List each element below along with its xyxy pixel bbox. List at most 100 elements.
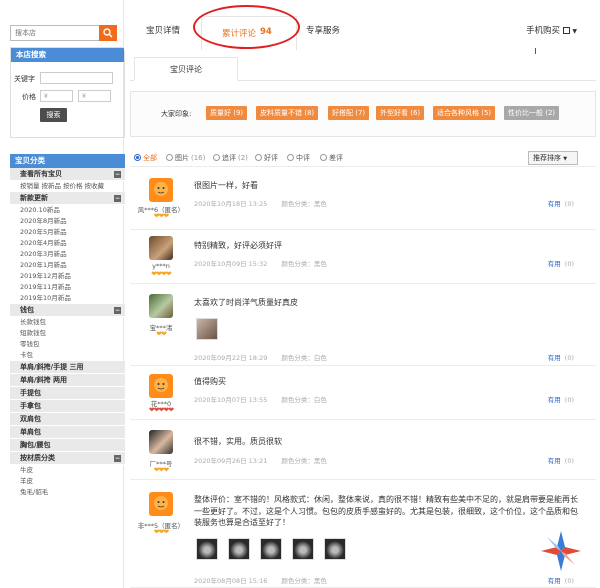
tab-mobile-label: 手机购买 xyxy=(526,26,561,36)
search-button[interactable] xyxy=(99,25,117,41)
review-photo-thumbnail[interactable] xyxy=(196,538,218,560)
impression-tag[interactable]: 皮料质量不错 (8) xyxy=(256,106,319,120)
category-link[interactable]: 2020年8月新品 xyxy=(10,216,125,227)
filter-radio[interactable]: 中评 xyxy=(287,153,310,163)
impression-tag[interactable]: 质量好 (9) xyxy=(206,106,248,120)
review-photo-thumbnail[interactable] xyxy=(260,538,282,560)
category-link[interactable]: 2019年12月新品 xyxy=(10,271,125,282)
sort-select[interactable]: 推荐排序 ▼ xyxy=(528,151,578,165)
category-link[interactable]: 2020年1月新品 xyxy=(10,260,125,271)
impression-tag[interactable]: 好搭配 (7) xyxy=(328,106,370,120)
category-link[interactable]: 2020年3月新品 xyxy=(10,249,125,260)
sort-link[interactable]: 按收藏 xyxy=(85,182,105,190)
radio-icon xyxy=(166,154,173,161)
price-label: 价格 xyxy=(22,93,36,101)
useful-label: 有用 xyxy=(547,260,561,268)
collapse-icon[interactable]: − xyxy=(114,195,121,202)
category-link[interactable]: 兔毛/貂毛 xyxy=(10,487,125,498)
category-header[interactable]: 单肩/斜挎/手提 三用 xyxy=(10,361,125,374)
useful-button[interactable]: 有用 (0) xyxy=(548,258,574,268)
review-photo-thumbnail[interactable] xyxy=(196,318,218,340)
radio-icon xyxy=(320,154,327,161)
filter-radio[interactable]: 全部 xyxy=(134,153,157,163)
review-meta: 2020年08月08日 15:16 颜色分类：黑色 xyxy=(194,575,327,585)
radio-icon xyxy=(287,154,294,161)
review-item: 非***5（匿名） ❤❤❤ 整体评价：室不错的！风格款式：休闲，整体来说，真的很不错… xyxy=(130,480,596,588)
review-filter: 全部 图片 (16) 追评 (2) 好评 中评 差评 xyxy=(130,149,596,167)
category-header[interactable]: 查看所有宝贝 − xyxy=(10,168,125,181)
tab-item-details[interactable]: 宝贝详情 xyxy=(146,24,180,36)
review-item: 花***0 ❤❤❤❤❤ 值得购买 2020年10月07日 13:55 颜色分类：白色 有用… xyxy=(130,366,596,420)
review-photo-thumbnail[interactable] xyxy=(292,538,314,560)
useful-button[interactable]: 有用 (0) xyxy=(548,455,574,465)
category-header[interactable]: 单肩包 xyxy=(10,426,125,439)
category-header[interactable]: 单肩/斜挎 两用 xyxy=(10,374,125,387)
useful-button[interactable]: 有用 (0) xyxy=(548,198,574,208)
review-meta: 2020年09月22日 18:29 颜色分类：白色 xyxy=(194,352,327,362)
category-header[interactable]: 按材质分类 − xyxy=(10,452,125,465)
category-link[interactable]: 长款钱包 xyxy=(10,317,125,328)
category-link[interactable]: 2020.10新品 xyxy=(10,205,125,216)
review-meta: 2020年10月18日 13:25 颜色分类：黑色 xyxy=(194,198,327,208)
impression-tag[interactable]: 性价比一般 (2) xyxy=(504,106,560,120)
category-header[interactable]: 双肩包 xyxy=(10,413,125,426)
category-link[interactable]: 2020年4月新品 xyxy=(10,238,125,249)
subtab-bar: 宝贝评论 xyxy=(130,53,596,81)
chevron-down-icon: ▼ xyxy=(563,156,568,162)
category-link[interactable]: 短款钱包 xyxy=(10,328,125,339)
useful-button[interactable]: 有用 (0) xyxy=(548,352,574,362)
useful-button[interactable]: 有用 (0) xyxy=(548,575,574,585)
category-link[interactable]: 羊皮 xyxy=(10,476,125,487)
category-link[interactable]: 卡包 xyxy=(10,350,125,361)
useful-label: 有用 xyxy=(547,200,561,208)
default-avatar-icon xyxy=(154,182,168,196)
sort-link[interactable]: 按价格 xyxy=(63,182,83,190)
useful-count: (0) xyxy=(564,200,574,208)
review-text: 特别精致，好评必须好评 xyxy=(194,241,282,250)
store-search-button[interactable]: 搜索 xyxy=(40,108,67,122)
category-link[interactable]: 2020年5月新品 xyxy=(10,227,125,238)
sort-link[interactable]: 按销量 xyxy=(20,182,40,190)
category-header-label: 双肩包 xyxy=(20,415,41,423)
useful-label: 有用 xyxy=(547,396,561,404)
brand-logo-icon xyxy=(541,531,581,571)
category-link[interactable]: 2019年11月新品 xyxy=(10,282,125,293)
avatar xyxy=(149,178,173,202)
review-photo-thumbnail[interactable] xyxy=(228,538,250,560)
filter-radio[interactable]: 好评 xyxy=(255,153,278,163)
category-panel: 宝贝分类 查看所有宝贝 − 按销量 按新品 按价格 按收藏 新款更新 −2020.10新品 20… xyxy=(10,154,125,498)
category-link[interactable]: 2019年10月新品 xyxy=(10,293,125,304)
reviewer-level-icon: ❤❤❤❤❤ xyxy=(148,406,174,414)
impression-tag[interactable]: 适合各种风格 (5) xyxy=(433,106,496,120)
filter-label: 全部 xyxy=(143,154,157,162)
category-header[interactable]: 手拿包 xyxy=(10,400,125,413)
collapse-icon[interactable]: − xyxy=(114,307,121,314)
category-link[interactable]: 零钱包 xyxy=(10,339,125,350)
filter-radio[interactable]: 图片 (16) xyxy=(166,153,205,163)
sort-link[interactable]: 按新品 xyxy=(42,182,62,190)
review-photo-thumbnail[interactable] xyxy=(324,538,346,560)
collapse-icon[interactable]: − xyxy=(114,455,121,462)
tab-service[interactable]: 专享服务 xyxy=(306,24,340,36)
filter-radio[interactable]: 追评 (2) xyxy=(213,153,248,163)
useful-button[interactable]: 有用 (0) xyxy=(548,394,574,404)
category-header[interactable]: 手提包 xyxy=(10,387,125,400)
filter-radio[interactable]: 差评 xyxy=(320,153,343,163)
category-header[interactable]: 新款更新 − xyxy=(10,192,125,205)
category-header-label: 单肩包 xyxy=(20,428,41,436)
impression-tag[interactable]: 外型好看 (6) xyxy=(376,106,425,120)
category-header[interactable]: 胸包/腰包 xyxy=(10,439,125,452)
collapse-icon[interactable]: − xyxy=(114,171,121,178)
avatar xyxy=(149,430,173,454)
highlight-circle xyxy=(193,5,300,49)
reviewer-level-icon: ❤❤❤ xyxy=(153,466,170,474)
price-from-input[interactable]: ¥ xyxy=(40,90,73,102)
subtab-reviews[interactable]: 宝贝评论 xyxy=(134,57,238,81)
price-to-input[interactable]: ¥ xyxy=(78,90,111,102)
category-header[interactable]: 钱包 − xyxy=(10,304,125,317)
keyword-input[interactable] xyxy=(40,72,113,84)
category-link[interactable]: 牛皮 xyxy=(10,465,125,476)
reviewer-level-icon: ❤❤❤ xyxy=(153,212,170,220)
shop-search-input[interactable] xyxy=(11,26,99,40)
tab-mobile-buy[interactable]: 手机购买 ▼ xyxy=(526,24,577,36)
